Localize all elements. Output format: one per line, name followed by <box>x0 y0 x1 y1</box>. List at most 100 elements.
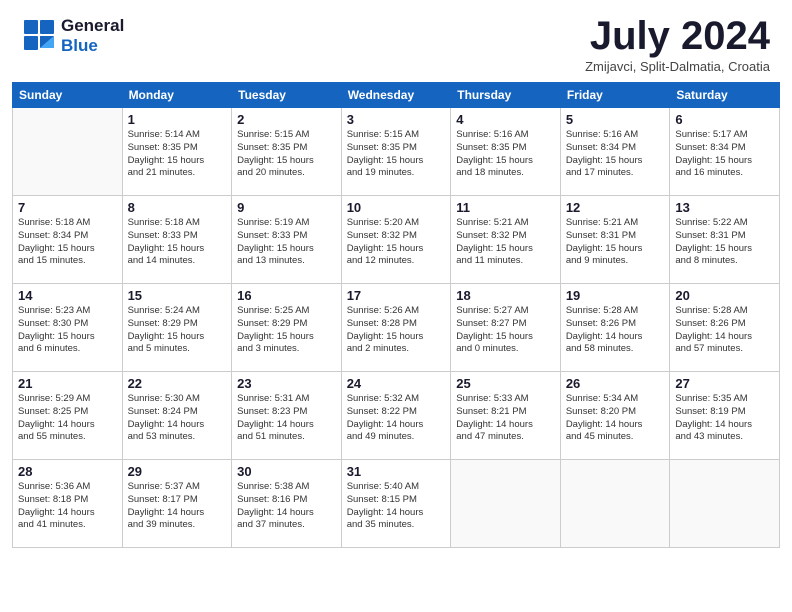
table-row <box>13 108 123 196</box>
day-number: 10 <box>347 200 446 215</box>
day-number: 15 <box>128 288 227 303</box>
table-row: 10 Sunrise: 5:20 AM Sunset: 8:32 PM Dayli… <box>341 196 451 284</box>
col-friday: Friday <box>560 83 670 108</box>
day-info: Sunrise: 5:28 AM Sunset: 8:26 PM Dayligh… <box>675 305 774 356</box>
table-row: 15 Sunrise: 5:24 AM Sunset: 8:29 PM Dayli… <box>122 284 232 372</box>
day-number: 11 <box>456 200 555 215</box>
day-info: Sunrise: 5:25 AM Sunset: 8:29 PM Dayligh… <box>237 305 336 356</box>
day-info: Sunrise: 5:21 AM Sunset: 8:32 PM Dayligh… <box>456 217 555 268</box>
day-info: Sunrise: 5:15 AM Sunset: 8:35 PM Dayligh… <box>347 129 446 180</box>
day-number: 17 <box>347 288 446 303</box>
day-number: 1 <box>128 112 227 127</box>
day-info: Sunrise: 5:38 AM Sunset: 8:16 PM Dayligh… <box>237 481 336 532</box>
day-info: Sunrise: 5:16 AM Sunset: 8:34 PM Dayligh… <box>566 129 665 180</box>
day-info: Sunrise: 5:26 AM Sunset: 8:28 PM Dayligh… <box>347 305 446 356</box>
day-number: 9 <box>237 200 336 215</box>
day-number: 24 <box>347 376 446 391</box>
calendar-week-row: 21 Sunrise: 5:29 AM Sunset: 8:25 PM Dayli… <box>13 372 780 460</box>
table-row: 23 Sunrise: 5:31 AM Sunset: 8:23 PM Dayli… <box>232 372 342 460</box>
table-row: 30 Sunrise: 5:38 AM Sunset: 8:16 PM Dayli… <box>232 460 342 548</box>
month-title: July 2024 <box>585 16 770 56</box>
table-row: 17 Sunrise: 5:26 AM Sunset: 8:28 PM Dayli… <box>341 284 451 372</box>
table-row: 4 Sunrise: 5:16 AM Sunset: 8:35 PM Daylig… <box>451 108 561 196</box>
col-saturday: Saturday <box>670 83 780 108</box>
table-row: 6Sunrise: 5:17 AM Sunset: 8:34 PM Daylig… <box>670 108 780 196</box>
day-number: 12 <box>566 200 665 215</box>
day-number: 27 <box>675 376 774 391</box>
day-number: 4 <box>456 112 555 127</box>
day-info: Sunrise: 5:28 AM Sunset: 8:26 PM Dayligh… <box>566 305 665 356</box>
day-info: Sunrise: 5:35 AM Sunset: 8:19 PM Dayligh… <box>675 393 774 444</box>
day-number: 3 <box>347 112 446 127</box>
col-monday: Monday <box>122 83 232 108</box>
table-row: 26 Sunrise: 5:34 AM Sunset: 8:20 PM Dayli… <box>560 372 670 460</box>
calendar-week-row: 1Sunrise: 5:14 AM Sunset: 8:35 PM Daylig… <box>13 108 780 196</box>
table-row: 21 Sunrise: 5:29 AM Sunset: 8:25 PM Dayli… <box>13 372 123 460</box>
day-number: 14 <box>18 288 117 303</box>
logo-icon <box>22 18 58 54</box>
day-info: Sunrise: 5:32 AM Sunset: 8:22 PM Dayligh… <box>347 393 446 444</box>
day-number: 7 <box>18 200 117 215</box>
table-row: 28 Sunrise: 5:36 AM Sunset: 8:18 PM Dayli… <box>13 460 123 548</box>
day-number: 29 <box>128 464 227 479</box>
day-info: Sunrise: 5:21 AM Sunset: 8:31 PM Dayligh… <box>566 217 665 268</box>
table-row: 12 Sunrise: 5:21 AM Sunset: 8:31 PM Dayli… <box>560 196 670 284</box>
table-row: 24 Sunrise: 5:32 AM Sunset: 8:22 PM Dayli… <box>341 372 451 460</box>
logo: General Blue <box>22 16 124 55</box>
day-info: Sunrise: 5:27 AM Sunset: 8:27 PM Dayligh… <box>456 305 555 356</box>
col-thursday: Thursday <box>451 83 561 108</box>
day-number: 22 <box>128 376 227 391</box>
day-info: Sunrise: 5:18 AM Sunset: 8:33 PM Dayligh… <box>128 217 227 268</box>
day-number: 30 <box>237 464 336 479</box>
day-info: Sunrise: 5:34 AM Sunset: 8:20 PM Dayligh… <box>566 393 665 444</box>
table-row <box>560 460 670 548</box>
day-info: Sunrise: 5:15 AM Sunset: 8:35 PM Dayligh… <box>237 129 336 180</box>
day-number: 8 <box>128 200 227 215</box>
day-number: 28 <box>18 464 117 479</box>
calendar-wrapper: Sunday Monday Tuesday Wednesday Thursday… <box>0 82 792 556</box>
table-row: 22 Sunrise: 5:30 AM Sunset: 8:24 PM Dayli… <box>122 372 232 460</box>
table-row: 9Sunrise: 5:19 AM Sunset: 8:33 PM Daylig… <box>232 196 342 284</box>
header: General Blue July 2024 Zmijavci, Split-D… <box>0 0 792 82</box>
logo-text: General Blue <box>61 16 124 55</box>
day-number: 19 <box>566 288 665 303</box>
day-info: Sunrise: 5:24 AM Sunset: 8:29 PM Dayligh… <box>128 305 227 356</box>
day-number: 16 <box>237 288 336 303</box>
table-row <box>670 460 780 548</box>
table-row: 7 Sunrise: 5:18 AM Sunset: 8:34 PM Daylig… <box>13 196 123 284</box>
day-number: 20 <box>675 288 774 303</box>
day-number: 26 <box>566 376 665 391</box>
calendar-week-row: 7 Sunrise: 5:18 AM Sunset: 8:34 PM Daylig… <box>13 196 780 284</box>
day-info: Sunrise: 5:36 AM Sunset: 8:18 PM Dayligh… <box>18 481 117 532</box>
calendar-week-row: 28 Sunrise: 5:36 AM Sunset: 8:18 PM Dayli… <box>13 460 780 548</box>
col-wednesday: Wednesday <box>341 83 451 108</box>
day-info: Sunrise: 5:31 AM Sunset: 8:23 PM Dayligh… <box>237 393 336 444</box>
day-info: Sunrise: 5:18 AM Sunset: 8:34 PM Dayligh… <box>18 217 117 268</box>
day-info: Sunrise: 5:22 AM Sunset: 8:31 PM Dayligh… <box>675 217 774 268</box>
table-row: 5 Sunrise: 5:16 AM Sunset: 8:34 PM Daylig… <box>560 108 670 196</box>
table-row: 27 Sunrise: 5:35 AM Sunset: 8:19 PM Dayli… <box>670 372 780 460</box>
table-row: 25Sunrise: 5:33 AM Sunset: 8:21 PM Dayli… <box>451 372 561 460</box>
table-row: 19 Sunrise: 5:28 AM Sunset: 8:26 PM Dayli… <box>560 284 670 372</box>
col-sunday: Sunday <box>13 83 123 108</box>
day-info: Sunrise: 5:20 AM Sunset: 8:32 PM Dayligh… <box>347 217 446 268</box>
day-number: 23 <box>237 376 336 391</box>
table-row: 13 Sunrise: 5:22 AM Sunset: 8:31 PM Dayli… <box>670 196 780 284</box>
day-info: Sunrise: 5:33 AM Sunset: 8:21 PM Dayligh… <box>456 393 555 444</box>
day-number: 13 <box>675 200 774 215</box>
location-subtitle: Zmijavci, Split-Dalmatia, Croatia <box>585 59 770 74</box>
table-row: 3 Sunrise: 5:15 AM Sunset: 8:35 PM Daylig… <box>341 108 451 196</box>
col-tuesday: Tuesday <box>232 83 342 108</box>
day-number: 31 <box>347 464 446 479</box>
day-number: 21 <box>18 376 117 391</box>
calendar-table: Sunday Monday Tuesday Wednesday Thursday… <box>12 82 780 548</box>
table-row: 18Sunrise: 5:27 AM Sunset: 8:27 PM Dayli… <box>451 284 561 372</box>
calendar-week-row: 14 Sunrise: 5:23 AM Sunset: 8:30 PM Dayli… <box>13 284 780 372</box>
day-info: Sunrise: 5:17 AM Sunset: 8:34 PM Dayligh… <box>675 129 774 180</box>
day-info: Sunrise: 5:30 AM Sunset: 8:24 PM Dayligh… <box>128 393 227 444</box>
day-number: 5 <box>566 112 665 127</box>
day-info: Sunrise: 5:23 AM Sunset: 8:30 PM Dayligh… <box>18 305 117 356</box>
day-info: Sunrise: 5:16 AM Sunset: 8:35 PM Dayligh… <box>456 129 555 180</box>
table-row: 11 Sunrise: 5:21 AM Sunset: 8:32 PM Dayli… <box>451 196 561 284</box>
day-info: Sunrise: 5:29 AM Sunset: 8:25 PM Dayligh… <box>18 393 117 444</box>
